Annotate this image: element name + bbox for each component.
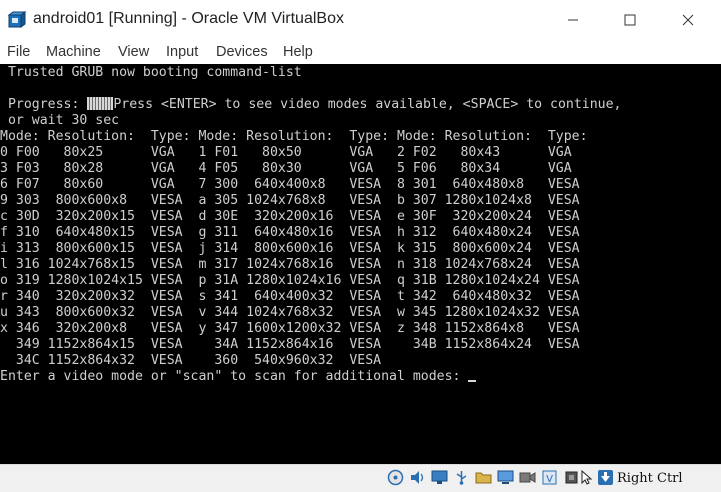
mode-table-row: c 30D 320x200x15 VESA d 30E 320x200x16 V… <box>0 209 580 224</box>
prompt-text: Enter a video mode or "scan" to scan for… <box>0 369 469 384</box>
optical-drive-icon[interactable] <box>387 469 404 486</box>
usb-icon[interactable] <box>453 469 470 486</box>
keyboard-icon[interactable] <box>597 469 614 486</box>
menu-view[interactable]: View <box>118 44 149 60</box>
menu-file[interactable]: File <box>7 44 30 60</box>
progress-label: Progress: <box>0 97 88 112</box>
mode-table-row: u 343 800x600x32 VESA v 344 1024x768x32 … <box>0 305 580 320</box>
close-icon <box>682 14 694 26</box>
mode-table-row: i 313 800x600x15 VESA j 314 800x600x16 V… <box>0 241 580 256</box>
mode-table-row: r 340 320x200x32 VESA s 341 640x400x32 V… <box>0 289 580 304</box>
vm-screen[interactable]: Trusted GRUB now booting command-list Pr… <box>0 64 721 464</box>
close-button[interactable] <box>660 0 716 40</box>
mode-table-row: 349 1152x864x15 VESA 34A 1152x864x16 VES… <box>0 337 580 352</box>
video-mode-prompt: Enter a video mode or "scan" to scan for… <box>0 369 477 385</box>
text-cursor <box>468 380 477 382</box>
audio-icon[interactable] <box>409 469 426 486</box>
shared-folders-icon[interactable] <box>475 469 492 486</box>
progress-block-icon <box>87 97 114 110</box>
minimize-icon <box>568 19 578 21</box>
menu-machine[interactable]: Machine <box>46 44 101 60</box>
mode-table-row: l 316 1024x768x15 VESA m 317 1024x768x16… <box>0 257 580 272</box>
console-line: or wait 30 sec <box>0 113 120 128</box>
progress-message: Press <ENTER> to see video modes availab… <box>113 97 622 112</box>
mode-table-row: 3 F03 80x28 VGA 4 F05 80x30 VGA 5 F06 80… <box>0 161 572 176</box>
title-bar: android01 [Running] - Oracle VM VirtualB… <box>0 0 721 40</box>
host-key-label: Right Ctrl <box>617 471 683 486</box>
mode-table-row: 9 303 800x600x8 VESA a 305 1024x768x8 VE… <box>0 193 580 208</box>
menu-devices[interactable]: Devices <box>216 44 268 60</box>
console-line: Trusted GRUB now booting command-list <box>0 65 302 80</box>
recording-icon[interactable] <box>519 469 536 486</box>
menu-input[interactable]: Input <box>166 44 198 60</box>
mode-table-row: 6 F07 80x60 VGA 7 300 640x400x8 VESA 8 3… <box>0 177 580 192</box>
mode-table-row: o 319 1280x1024x15 VESA p 31A 1280x1024x… <box>0 273 580 288</box>
maximize-button[interactable] <box>602 0 658 40</box>
mode-table-row: 0 F00 80x25 VGA 1 F01 80x50 VGA 2 F02 80… <box>0 145 572 160</box>
minimize-button[interactable] <box>545 0 601 40</box>
mode-table-row: x 346 320x200x8 VESA y 347 1600x1200x32 … <box>0 321 580 336</box>
window-title: android01 [Running] - Oracle VM VirtualB… <box>33 10 344 27</box>
mouse-integration-icon[interactable] <box>578 469 595 486</box>
network-icon[interactable] <box>431 469 448 486</box>
status-bar: V Right Ctrl <box>0 464 721 492</box>
display-icon[interactable] <box>497 469 514 486</box>
virtualbox-icon <box>8 11 26 28</box>
menu-help[interactable]: Help <box>283 44 313 60</box>
svg-text:V: V <box>546 474 553 485</box>
menu-bar: File Machine View Input Devices Help <box>0 40 721 64</box>
mode-table-row: f 310 640x480x15 VESA g 311 640x480x16 V… <box>0 225 580 240</box>
maximize-icon <box>624 14 636 26</box>
guest-additions-icon[interactable]: V <box>541 469 558 486</box>
console-progress-line: Progress: Press <ENTER> to see video mod… <box>0 97 621 113</box>
mode-table-header: Mode: Resolution: Type: Mode: Resolution… <box>0 129 588 144</box>
mode-table-row: 34C 1152x864x32 VESA 360 540x960x32 VESA <box>0 353 382 368</box>
